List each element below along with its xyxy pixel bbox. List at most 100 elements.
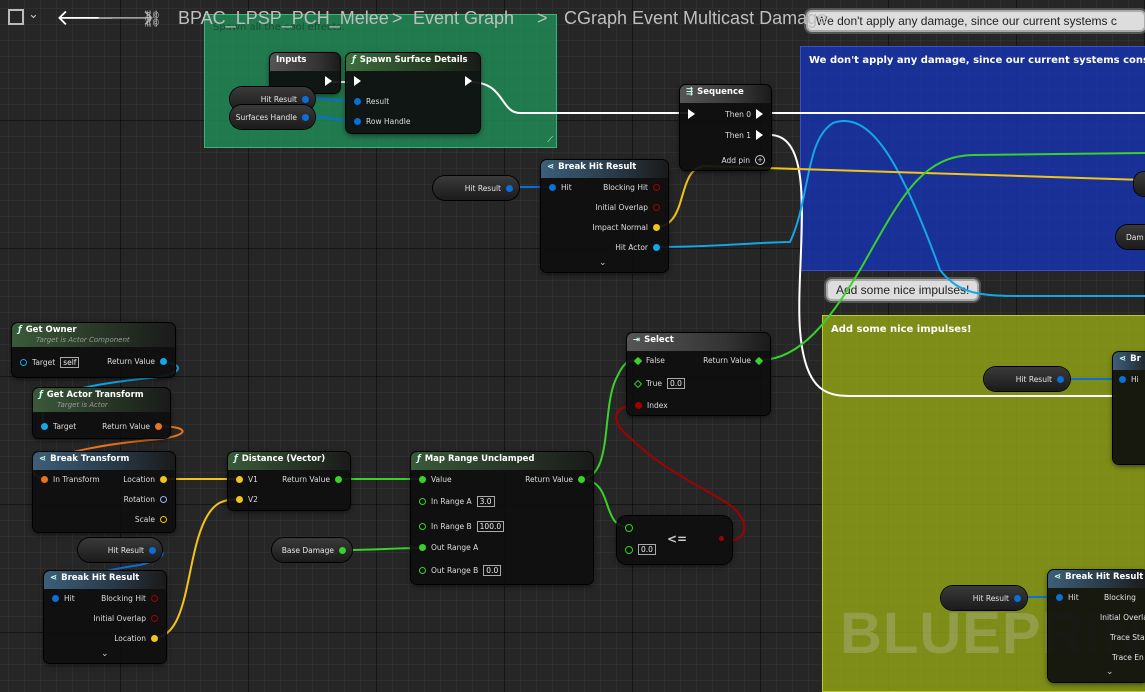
pin-return-value[interactable]: Return Value <box>525 475 585 484</box>
in-range-a-field[interactable]: 3.0 <box>476 496 495 507</box>
function-icon: ƒ <box>417 454 421 464</box>
node-break-hit-result-right[interactable]: ⋖ Break Hit Result Hit Blocking Initial O… <box>1048 570 1145 682</box>
var-hit-result[interactable]: Hit Result <box>941 586 1027 610</box>
pin-blocking-hit[interactable]: Blocking Hit <box>603 183 660 192</box>
pin-impact-normal[interactable]: Impact Normal <box>593 223 660 232</box>
node-select[interactable]: ⇥ Select False Return Value True 0.0 Index <box>627 333 770 415</box>
float-wire <box>759 152 1145 361</box>
node-break-hit-result[interactable]: ⋖ Break Hit Result Hit Blocking Hit Initi… <box>44 571 166 663</box>
pin-v2[interactable]: V2 <box>236 495 258 504</box>
exec-out-pin[interactable] <box>325 76 332 86</box>
var-hit-result[interactable]: Hit Result <box>78 538 162 562</box>
node-title: Select <box>644 335 674 345</box>
pin-a[interactable] <box>625 524 633 532</box>
true-value-field[interactable]: 0.0 <box>666 378 685 389</box>
exec-in-pin[interactable] <box>354 76 361 86</box>
pin-out-range-b[interactable]: Out Range B 0.0 <box>419 565 502 576</box>
node-title: Br <box>1130 354 1141 364</box>
exec-in-pin[interactable] <box>688 109 695 119</box>
chevron-down-icon[interactable]: ⌄ <box>101 649 109 659</box>
var-hit-result[interactable]: Hit Result <box>984 367 1070 391</box>
node-subtitle: Target is Actor Component <box>36 336 130 344</box>
pin-in-range-b[interactable]: In Range B 100.0 <box>419 521 505 532</box>
pin-target[interactable]: Target self <box>20 357 80 368</box>
node-title: Distance (Vector) <box>241 454 326 464</box>
pin-value[interactable]: Value <box>419 475 452 484</box>
pin-row-handle[interactable]: Row Handle <box>354 117 410 126</box>
node-spawn-surface-details[interactable]: ƒ Spawn Surface Details Result Row Handle <box>346 53 480 133</box>
exec-out-pin[interactable] <box>465 76 472 86</box>
node-subtitle: Target is Actor <box>57 401 108 409</box>
pin-true[interactable]: True 0.0 <box>633 378 685 389</box>
pin-return-value[interactable]: Return Value <box>703 356 764 365</box>
node-get-actor-transform[interactable]: ƒ Get Actor Transform Target is Actor Targ… <box>33 388 170 438</box>
compare-value-field[interactable]: 0.0 <box>638 544 656 555</box>
pin-trace-end[interactable]: Trace En <box>1112 653 1144 662</box>
node-title: Get Actor Transform <box>46 390 144 400</box>
pin-trace-start[interactable]: Trace Sta <box>1110 633 1145 642</box>
node-header: ⋖ Break Transform <box>33 452 175 470</box>
pin-v1[interactable]: V1 <box>236 475 258 484</box>
pin-hit-actor[interactable]: Hit Actor <box>615 243 660 252</box>
breadcrumb-separator: > <box>537 8 548 28</box>
pin-location[interactable]: Location <box>114 634 158 643</box>
pin-initial-overlap[interactable]: Initial Overla <box>1100 613 1145 622</box>
in-range-b-field[interactable]: 100.0 <box>476 521 505 532</box>
var-base-damage[interactable]: Base Damage <box>272 538 352 562</box>
break-struct-icon: ⋖ <box>39 454 47 464</box>
pin-in-transform[interactable]: In Transform <box>41 475 100 484</box>
pin-return-value[interactable]: Return Value <box>102 422 162 431</box>
breadcrumb-graph[interactable]: Event Graph <box>413 8 514 29</box>
add-pin-button[interactable]: Add pin + <box>721 155 765 165</box>
node-header: ⋖ Break Hit Result <box>541 160 668 178</box>
breadcrumb-blueprint[interactable]: BPAC_LPSP_PCH_Melee <box>178 8 389 29</box>
pin-blocking-hit[interactable]: Blocking Hit <box>101 594 158 603</box>
node-get-owner[interactable]: ƒ Get Owner Target is Actor Component Targ… <box>12 323 175 377</box>
pin-index[interactable]: Index <box>635 401 668 410</box>
pin-result[interactable]: Result <box>354 97 389 106</box>
pin-initial-overlap[interactable]: Initial Overlap <box>93 614 158 623</box>
node-header: ⇶ Sequence <box>680 85 771 103</box>
node-break-transform[interactable]: ⋖ Break Transform In Transform Location R… <box>33 452 175 532</box>
node-header: ⋖ Break Hit Result <box>1048 570 1145 588</box>
pin-hit[interactable]: Hi <box>1119 375 1139 384</box>
node-break-hit-result[interactable]: ⋖ Break Hit Result Hit Blocking Hit Initi… <box>541 160 668 272</box>
chevron-down-icon[interactable]: ⌄ <box>28 6 39 22</box>
chevron-down-icon[interactable]: ⌄ <box>1106 667 1114 677</box>
pin-return-value[interactable]: Return Value <box>107 357 167 366</box>
pin-false[interactable]: False <box>633 356 665 365</box>
select-icon: ⇥ <box>633 335 641 345</box>
pin-in-range-a[interactable]: In Range A 3.0 <box>419 496 495 507</box>
pin-then-1[interactable]: Then 1 <box>725 130 763 140</box>
pin-return-value[interactable]: Return Value <box>282 475 342 484</box>
pin-initial-overlap[interactable]: Initial Overlap <box>595 203 660 212</box>
pin-rotation[interactable]: Rotation <box>124 495 167 504</box>
pin-hit[interactable]: Hit <box>1056 593 1079 602</box>
node-sequence[interactable]: ⇶ Sequence Then 0 Then 1 Add pin + <box>680 85 771 170</box>
break-struct-icon: ⋖ <box>1119 354 1127 364</box>
var-surfaces-handle[interactable]: Surfaces Handle <box>230 105 315 129</box>
breadcrumb-function[interactable]: CGraph Event Multicast Damage <box>564 8 827 29</box>
var-partial[interactable] <box>1134 172 1145 196</box>
chevron-down-icon[interactable]: ⌄ <box>599 258 607 268</box>
pin-b[interactable]: 0.0 <box>625 544 656 555</box>
break-struct-icon: ⋖ <box>50 573 58 583</box>
var-hit-result[interactable]: Hit Result <box>433 176 519 200</box>
node-map-range-unclamped[interactable]: ƒ Map Range Unclamped Value Return Value … <box>411 452 593 584</box>
pin-scale[interactable]: Scale <box>135 515 167 524</box>
node-break-hit-result-partial[interactable]: ⋖ Br Hi <box>1113 352 1145 464</box>
node-compare-less-equal[interactable]: 0.0 <= <box>617 516 732 564</box>
pin-result[interactable] <box>719 536 724 541</box>
node-distance-vector[interactable]: ƒ Distance (Vector) V1 Return Value V2 <box>228 452 350 510</box>
pin-hit[interactable]: Hit <box>549 183 572 192</box>
var-damage-partial[interactable]: Dam <box>1116 225 1145 249</box>
pin-blocking-hit[interactable]: Blocking <box>1104 593 1136 602</box>
pin-out-range-a[interactable]: Out Range A <box>419 543 478 552</box>
target-self-field[interactable]: self <box>60 357 80 368</box>
grid-menu-icon[interactable] <box>8 9 24 25</box>
out-range-b-field[interactable]: 0.0 <box>483 565 502 576</box>
pin-then-0[interactable]: Then 0 <box>725 109 763 119</box>
pin-location[interactable]: Location <box>123 475 167 484</box>
pin-hit[interactable]: Hit <box>52 594 75 603</box>
pin-target[interactable]: Target <box>41 422 76 431</box>
